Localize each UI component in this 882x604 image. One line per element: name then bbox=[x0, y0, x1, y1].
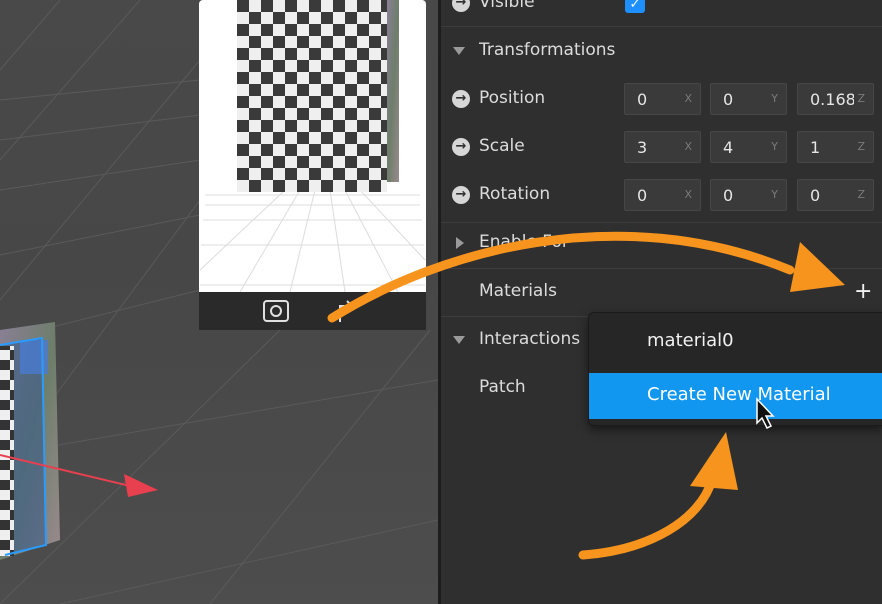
y-axis-label: Y bbox=[771, 92, 778, 105]
inspector-panel: → Visible ✓ Transformations → Position 0… bbox=[441, 0, 882, 604]
scale-x-value: 3 bbox=[637, 138, 648, 157]
device-preview bbox=[199, 0, 426, 330]
scale-z-field[interactable]: 1 Z bbox=[797, 131, 874, 163]
position-z-field[interactable]: 0.168 Z bbox=[797, 83, 874, 115]
dropdown-item-label: Create New Material bbox=[647, 384, 831, 405]
y-axis-label: Y bbox=[771, 140, 778, 153]
scale-x-field[interactable]: 3 X bbox=[624, 131, 701, 163]
materials-dropdown: material0 Create New Material bbox=[588, 312, 882, 426]
dropdown-item-label: material0 bbox=[647, 330, 734, 351]
scale-y-value: 4 bbox=[723, 138, 734, 157]
caret-down-icon[interactable] bbox=[453, 47, 465, 55]
arrow-right-circle-icon[interactable]: → bbox=[452, 186, 470, 204]
x-axis-label: X bbox=[684, 140, 692, 153]
z-axis-label: Z bbox=[857, 188, 865, 201]
viewport-canvas bbox=[0, 0, 438, 604]
position-label: Position bbox=[479, 88, 546, 108]
rotation-z-value: 0 bbox=[810, 186, 821, 205]
visible-label: Visible bbox=[479, 0, 535, 12]
patch-label: Patch bbox=[479, 377, 526, 397]
position-x-value: 0 bbox=[637, 90, 648, 109]
rotation-z-field[interactable]: 0 Z bbox=[797, 179, 874, 211]
position-y-field[interactable]: 0 Y bbox=[710, 83, 787, 115]
z-axis-label: Z bbox=[857, 140, 865, 153]
arrow-right-circle-icon[interactable]: → bbox=[452, 90, 470, 108]
dropdown-item-create-new-material[interactable]: Create New Material bbox=[589, 373, 882, 419]
interactions-header[interactable]: Interactions bbox=[479, 329, 580, 349]
scale-label: Scale bbox=[479, 136, 525, 156]
rotation-y-value: 0 bbox=[723, 186, 734, 205]
rotation-x-field[interactable]: 0 X bbox=[624, 179, 701, 211]
z-axis-label: Z bbox=[857, 92, 865, 105]
scale-z-value: 1 bbox=[810, 138, 821, 157]
position-x-field[interactable]: 0 X bbox=[624, 83, 701, 115]
selected-plane[interactable] bbox=[0, 322, 60, 560]
caret-right-icon[interactable] bbox=[456, 237, 464, 249]
scale-y-field[interactable]: 4 Y bbox=[710, 131, 787, 163]
x-axis-label: X bbox=[684, 188, 692, 201]
arrow-right-circle-icon[interactable]: → bbox=[452, 0, 470, 12]
arrow-right-circle-icon[interactable]: → bbox=[452, 138, 470, 156]
position-z-value: 0.168 bbox=[810, 90, 854, 109]
dropdown-item-material0[interactable]: material0 bbox=[589, 313, 882, 369]
materials-label: Materials bbox=[479, 281, 557, 301]
rotation-label: Rotation bbox=[479, 184, 551, 204]
position-y-value: 0 bbox=[723, 90, 734, 109]
divider bbox=[441, 222, 882, 223]
enable-for-header[interactable]: Enable For bbox=[479, 232, 569, 252]
divider bbox=[441, 268, 882, 269]
x-axis-label: X bbox=[684, 92, 692, 105]
scene-viewport[interactable] bbox=[0, 0, 438, 604]
rotation-y-field[interactable]: 0 Y bbox=[710, 179, 787, 211]
checkmark-icon: ✓ bbox=[629, 0, 641, 12]
divider bbox=[441, 26, 882, 27]
visible-checkbox[interactable]: ✓ bbox=[625, 0, 645, 13]
rotation-x-value: 0 bbox=[637, 186, 648, 205]
caret-down-icon[interactable] bbox=[453, 336, 465, 344]
y-axis-label: Y bbox=[771, 188, 778, 201]
plus-icon[interactable]: + bbox=[854, 279, 872, 304]
transformations-header[interactable]: Transformations bbox=[479, 40, 615, 60]
